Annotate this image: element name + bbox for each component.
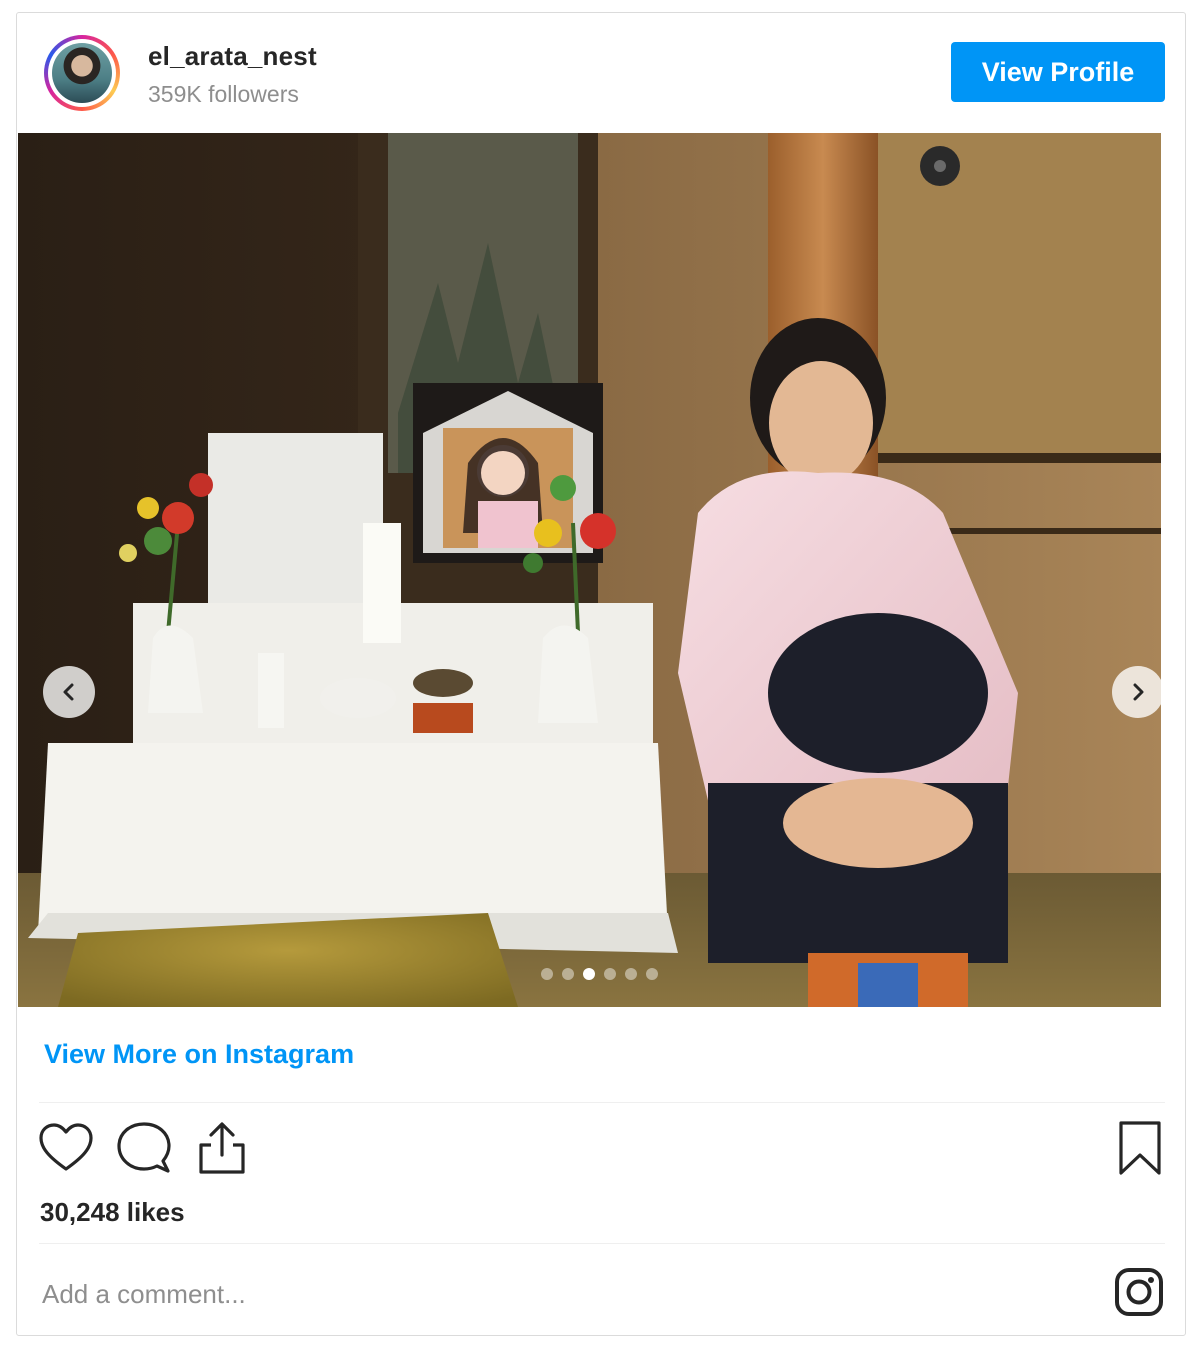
save-button[interactable] bbox=[1111, 1119, 1169, 1177]
photo-scene bbox=[18, 133, 1161, 1007]
carousel-indicator bbox=[541, 968, 658, 980]
avatar-image bbox=[52, 43, 112, 103]
instagram-embed-card: el_arata_nest 359K followers View Profil… bbox=[16, 12, 1186, 1336]
carousel-next-button[interactable] bbox=[1112, 666, 1161, 718]
chevron-right-icon bbox=[1133, 683, 1144, 701]
comment-input[interactable] bbox=[40, 1271, 1094, 1317]
carousel-dot bbox=[646, 968, 658, 980]
comment-button[interactable] bbox=[115, 1119, 173, 1177]
carousel-dot bbox=[562, 968, 574, 980]
carousel-dot bbox=[604, 968, 616, 980]
username[interactable]: el_arata_nest bbox=[148, 41, 317, 72]
view-profile-button[interactable]: View Profile bbox=[951, 42, 1165, 102]
chevron-left-icon bbox=[63, 683, 74, 701]
like-button[interactable] bbox=[37, 1119, 95, 1177]
post-header: el_arata_nest 359K followers View Profil… bbox=[17, 13, 1185, 133]
post-photo[interactable] bbox=[18, 133, 1161, 1007]
follower-count: 359K followers bbox=[148, 81, 299, 107]
share-icon bbox=[199, 1122, 245, 1174]
bookmark-icon bbox=[1119, 1121, 1161, 1175]
share-button[interactable] bbox=[193, 1119, 251, 1177]
heart-icon bbox=[39, 1123, 93, 1171]
comment-icon bbox=[117, 1122, 171, 1173]
like-count: 30,248 likes bbox=[40, 1197, 185, 1227]
carousel-previous-button[interactable] bbox=[43, 666, 95, 718]
carousel-dot bbox=[625, 968, 637, 980]
instagram-logo-link[interactable] bbox=[1113, 1266, 1165, 1318]
instagram-icon bbox=[1115, 1268, 1163, 1316]
carousel-dot bbox=[583, 968, 595, 980]
divider bbox=[39, 1243, 1165, 1244]
carousel-dot bbox=[541, 968, 553, 980]
view-more-on-instagram-link[interactable]: View More on Instagram bbox=[44, 1039, 354, 1070]
avatar[interactable] bbox=[44, 35, 120, 111]
divider bbox=[39, 1102, 1165, 1103]
